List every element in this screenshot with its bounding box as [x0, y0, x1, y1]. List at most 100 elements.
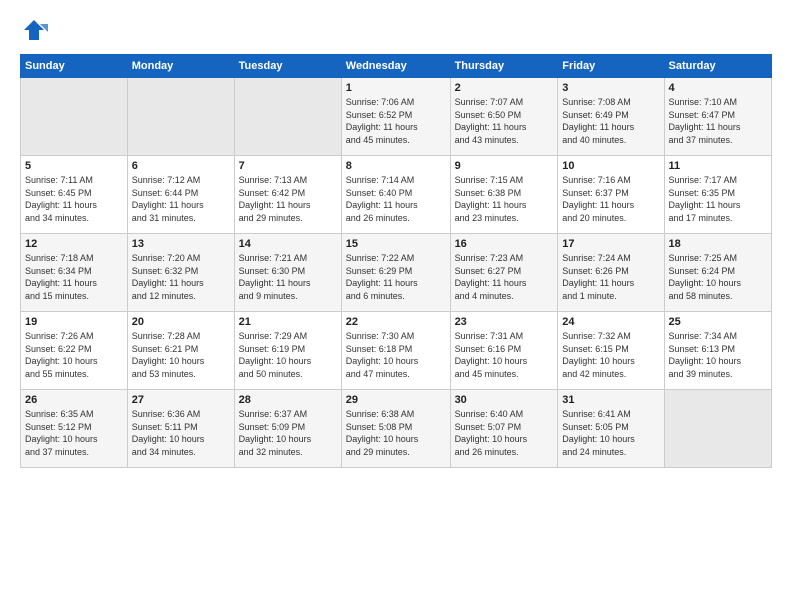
day-info: Sunrise: 7:06 AM Sunset: 6:52 PM Dayligh…: [346, 96, 446, 146]
day-info: Sunrise: 6:38 AM Sunset: 5:08 PM Dayligh…: [346, 408, 446, 458]
day-number: 5: [25, 160, 123, 172]
day-number: 13: [132, 238, 230, 250]
calendar-cell: 13 Sunrise: 7:20 AM Sunset: 6:32 PM Dayli…: [127, 234, 234, 312]
day-number: 22: [346, 316, 446, 328]
calendar-cell: 17Sunrise: 7:24 AM Sunset: 6:26 PM Dayli…: [558, 234, 664, 312]
calendar-cell: 6 Sunrise: 7:12 AM Sunset: 6:44 PM Daylig…: [127, 156, 234, 234]
week-row-3: 19 Sunrise: 7:26 AM Sunset: 6:22 PM Dayli…: [21, 312, 772, 390]
day-number: 6: [132, 160, 230, 172]
day-info: Sunrise: 7:07 AM Sunset: 6:50 PM Dayligh…: [455, 96, 554, 146]
day-info: Sunrise: 6:41 AM Sunset: 5:05 PM Dayligh…: [562, 408, 659, 458]
day-info: Sunrise: 7:12 AM Sunset: 6:44 PM Dayligh…: [132, 174, 230, 224]
calendar-cell: 3Sunrise: 7:08 AM Sunset: 6:49 PM Daylig…: [558, 78, 664, 156]
day-number: 29: [346, 394, 446, 406]
week-row-1: 5 Sunrise: 7:11 AM Sunset: 6:45 PM Daylig…: [21, 156, 772, 234]
page: SundayMondayTuesdayWednesdayThursdayFrid…: [0, 0, 792, 612]
week-row-2: 12 Sunrise: 7:18 AM Sunset: 6:34 PM Dayli…: [21, 234, 772, 312]
calendar-cell: 28 Sunrise: 6:37 AM Sunset: 5:09 PM Dayli…: [234, 390, 341, 468]
day-info: Sunrise: 7:16 AM Sunset: 6:37 PM Dayligh…: [562, 174, 659, 224]
day-info: Sunrise: 7:18 AM Sunset: 6:34 PM Dayligh…: [25, 252, 123, 302]
day-info: Sunrise: 7:34 AM Sunset: 6:13 PM Dayligh…: [669, 330, 767, 380]
day-number: 19: [25, 316, 123, 328]
day-info: Sunrise: 7:21 AM Sunset: 6:30 PM Dayligh…: [239, 252, 337, 302]
day-number: 24: [562, 316, 659, 328]
day-info: Sunrise: 7:14 AM Sunset: 6:40 PM Dayligh…: [346, 174, 446, 224]
day-info: Sunrise: 7:10 AM Sunset: 6:47 PM Dayligh…: [669, 96, 767, 146]
day-info: Sunrise: 7:08 AM Sunset: 6:49 PM Dayligh…: [562, 96, 659, 146]
day-number: 9: [455, 160, 554, 172]
day-info: Sunrise: 7:23 AM Sunset: 6:27 PM Dayligh…: [455, 252, 554, 302]
week-row-4: 26 Sunrise: 6:35 AM Sunset: 5:12 PM Dayli…: [21, 390, 772, 468]
day-number: 2: [455, 82, 554, 94]
calendar-cell: 19 Sunrise: 7:26 AM Sunset: 6:22 PM Dayli…: [21, 312, 128, 390]
weekday-header-monday: Monday: [127, 55, 234, 78]
day-info: Sunrise: 7:11 AM Sunset: 6:45 PM Dayligh…: [25, 174, 123, 224]
day-number: 26: [25, 394, 123, 406]
day-number: 7: [239, 160, 337, 172]
day-number: 17: [562, 238, 659, 250]
day-info: Sunrise: 7:13 AM Sunset: 6:42 PM Dayligh…: [239, 174, 337, 224]
logo: [20, 16, 52, 44]
calendar-cell: 18Sunrise: 7:25 AM Sunset: 6:24 PM Dayli…: [664, 234, 771, 312]
weekday-header-sunday: Sunday: [21, 55, 128, 78]
calendar-cell: 12 Sunrise: 7:18 AM Sunset: 6:34 PM Dayli…: [21, 234, 128, 312]
day-number: 12: [25, 238, 123, 250]
calendar-cell: 29 Sunrise: 6:38 AM Sunset: 5:08 PM Dayli…: [341, 390, 450, 468]
day-info: Sunrise: 7:30 AM Sunset: 6:18 PM Dayligh…: [346, 330, 446, 380]
day-number: 21: [239, 316, 337, 328]
calendar-cell: [234, 78, 341, 156]
day-info: Sunrise: 7:17 AM Sunset: 6:35 PM Dayligh…: [669, 174, 767, 224]
calendar-cell: 16 Sunrise: 7:23 AM Sunset: 6:27 PM Dayli…: [450, 234, 558, 312]
calendar-cell: 25 Sunrise: 7:34 AM Sunset: 6:13 PM Dayli…: [664, 312, 771, 390]
weekday-header-row: SundayMondayTuesdayWednesdayThursdayFrid…: [21, 55, 772, 78]
calendar-cell: [21, 78, 128, 156]
calendar-cell: [127, 78, 234, 156]
calendar-cell: 10 Sunrise: 7:16 AM Sunset: 6:37 PM Dayli…: [558, 156, 664, 234]
day-info: Sunrise: 6:35 AM Sunset: 5:12 PM Dayligh…: [25, 408, 123, 458]
calendar-cell: 8 Sunrise: 7:14 AM Sunset: 6:40 PM Daylig…: [341, 156, 450, 234]
calendar-cell: 26 Sunrise: 6:35 AM Sunset: 5:12 PM Dayli…: [21, 390, 128, 468]
header: [20, 16, 772, 44]
weekday-header-tuesday: Tuesday: [234, 55, 341, 78]
day-number: 1: [346, 82, 446, 94]
weekday-header-saturday: Saturday: [664, 55, 771, 78]
day-info: Sunrise: 7:22 AM Sunset: 6:29 PM Dayligh…: [346, 252, 446, 302]
calendar-cell: 9Sunrise: 7:15 AM Sunset: 6:38 PM Daylig…: [450, 156, 558, 234]
day-number: 4: [669, 82, 767, 94]
calendar-cell: 20 Sunrise: 7:28 AM Sunset: 6:21 PM Dayli…: [127, 312, 234, 390]
day-number: 10: [562, 160, 659, 172]
day-info: Sunrise: 7:28 AM Sunset: 6:21 PM Dayligh…: [132, 330, 230, 380]
day-number: 20: [132, 316, 230, 328]
calendar-cell: 11 Sunrise: 7:17 AM Sunset: 6:35 PM Dayli…: [664, 156, 771, 234]
day-info: Sunrise: 7:20 AM Sunset: 6:32 PM Dayligh…: [132, 252, 230, 302]
calendar-cell: 30Sunrise: 6:40 AM Sunset: 5:07 PM Dayli…: [450, 390, 558, 468]
day-number: 25: [669, 316, 767, 328]
calendar-cell: 2 Sunrise: 7:07 AM Sunset: 6:50 PM Daylig…: [450, 78, 558, 156]
day-info: Sunrise: 6:36 AM Sunset: 5:11 PM Dayligh…: [132, 408, 230, 458]
day-info: Sunrise: 6:37 AM Sunset: 5:09 PM Dayligh…: [239, 408, 337, 458]
day-info: Sunrise: 7:32 AM Sunset: 6:15 PM Dayligh…: [562, 330, 659, 380]
weekday-header-thursday: Thursday: [450, 55, 558, 78]
day-number: 31: [562, 394, 659, 406]
day-number: 11: [669, 160, 767, 172]
day-number: 16: [455, 238, 554, 250]
day-number: 27: [132, 394, 230, 406]
logo-icon: [20, 16, 48, 44]
week-row-0: 1 Sunrise: 7:06 AM Sunset: 6:52 PM Daylig…: [21, 78, 772, 156]
calendar-cell: [664, 390, 771, 468]
calendar-cell: 1 Sunrise: 7:06 AM Sunset: 6:52 PM Daylig…: [341, 78, 450, 156]
day-info: Sunrise: 7:31 AM Sunset: 6:16 PM Dayligh…: [455, 330, 554, 380]
day-info: Sunrise: 7:26 AM Sunset: 6:22 PM Dayligh…: [25, 330, 123, 380]
calendar-cell: 14 Sunrise: 7:21 AM Sunset: 6:30 PM Dayli…: [234, 234, 341, 312]
day-number: 23: [455, 316, 554, 328]
day-number: 14: [239, 238, 337, 250]
day-number: 8: [346, 160, 446, 172]
day-info: Sunrise: 7:29 AM Sunset: 6:19 PM Dayligh…: [239, 330, 337, 380]
calendar-cell: 15Sunrise: 7:22 AM Sunset: 6:29 PM Dayli…: [341, 234, 450, 312]
calendar-cell: 27 Sunrise: 6:36 AM Sunset: 5:11 PM Dayli…: [127, 390, 234, 468]
weekday-header-friday: Friday: [558, 55, 664, 78]
calendar-cell: 21 Sunrise: 7:29 AM Sunset: 6:19 PM Dayli…: [234, 312, 341, 390]
calendar-cell: 7 Sunrise: 7:13 AM Sunset: 6:42 PM Daylig…: [234, 156, 341, 234]
day-number: 28: [239, 394, 337, 406]
calendar-cell: 4 Sunrise: 7:10 AM Sunset: 6:47 PM Daylig…: [664, 78, 771, 156]
